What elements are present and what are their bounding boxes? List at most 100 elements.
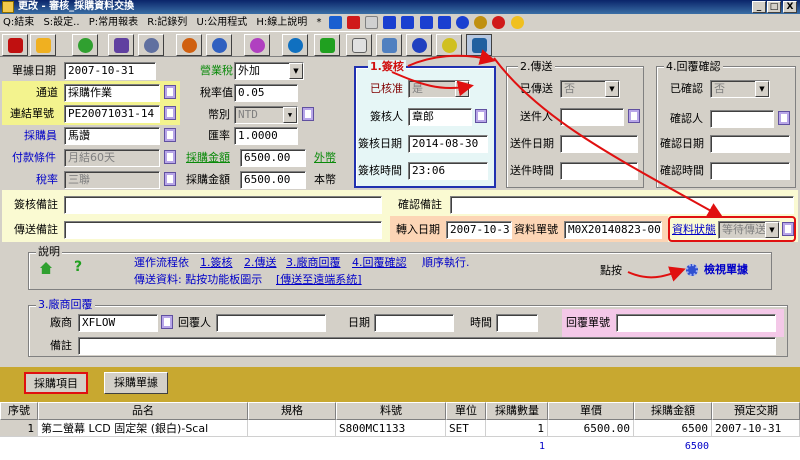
settings-button[interactable] [108,34,134,56]
col-header-amount[interactable]: 採購金額 [634,402,712,420]
cell-unit[interactable]: SET [446,420,486,437]
network-button[interactable] [436,34,462,56]
col-header-part-no[interactable]: 料號 [336,402,446,420]
purchase-amount-field[interactable]: 6500.00 [240,149,306,167]
run-button[interactable] [30,34,56,56]
tax-type-select[interactable]: 外加 ▼ [234,62,304,80]
cell-amount[interactable]: 6500 [634,420,712,437]
menu-settings[interactable]: S:設定.. [40,14,82,31]
calculator-button[interactable] [376,34,402,56]
currency-select[interactable]: NTD ▼ [234,106,298,124]
data-status-picker-icon[interactable] [782,222,794,236]
tax-rate-value-field[interactable]: 0.05 [234,84,298,102]
exchange-field[interactable]: 1.0000 [234,127,298,145]
order-date-field[interactable]: 2007-10-31 [64,62,156,80]
col-header-name[interactable]: 品名 [38,402,248,420]
data-no-field[interactable]: M0X20140823-001 [564,221,662,239]
pay-terms-picker-icon[interactable] [164,150,176,164]
buyer-picker-icon[interactable] [164,128,176,142]
confirmed-select[interactable]: 否 ▼ [710,80,770,98]
stop-icon[interactable] [346,15,360,29]
local-amount-field[interactable]: 6500.00 [240,171,306,189]
first-record-icon[interactable] [383,15,397,29]
tab-purchase-docs[interactable]: 採購單據 [104,372,168,394]
sent-select[interactable]: 否 ▼ [560,80,620,98]
send-remote-button[interactable] [466,34,492,56]
refresh-button[interactable] [72,34,98,56]
confirm-remark-field[interactable] [450,196,794,214]
calendar-button[interactable] [346,34,372,56]
menu-star[interactable]: * [313,14,324,31]
confirmer-field[interactable] [710,110,774,128]
vendor-field[interactable]: XFLOW [78,314,158,332]
reviewer-picker-icon[interactable] [475,109,487,123]
menu-utilities[interactable]: U:公用程式 [194,14,251,31]
confirm-date-field[interactable] [710,135,790,153]
download-button[interactable] [314,34,340,56]
review-time-field[interactable]: 23:06 [408,162,488,180]
reply-no-field[interactable] [616,314,776,332]
col-header-unit[interactable]: 單位 [446,402,486,420]
vendor-remark-field[interactable] [78,337,776,355]
question-icon[interactable] [455,15,469,29]
last-record-icon[interactable] [437,15,451,29]
smiley-icon[interactable] [510,15,524,29]
confirmer-picker-icon[interactable] [778,111,790,125]
message-button[interactable] [406,34,432,56]
confirm-time-field[interactable] [710,162,790,180]
vendor-picker-icon[interactable] [161,315,173,329]
link-no-picker-icon[interactable] [164,106,176,120]
tab-purchase-items[interactable]: 採購項目 [24,372,88,394]
cell-spec[interactable] [248,420,336,437]
menu-reports[interactable]: P:常用報表 [86,14,141,31]
flow-step-4-link[interactable]: 4.回覆確認 [352,254,407,272]
cell-part-no[interactable]: S800MC1133 [336,420,446,437]
view-doc-link[interactable]: 檢視單據 [704,261,748,279]
cell-name[interactable]: 第二螢幕 LCD 固定架 (銀白)-Scal [38,420,248,437]
signal-button[interactable] [244,34,270,56]
review-remark-field[interactable] [64,196,382,214]
minimize-button[interactable]: _ [752,1,766,13]
help-icon[interactable]: ? [74,259,82,275]
col-header-price[interactable]: 單價 [548,402,634,420]
help-circle-icon[interactable] [328,15,342,29]
import-date-field[interactable]: 2007-10-31 [446,221,512,239]
flow-step-2-link[interactable]: 2.傳送 [244,254,277,272]
replier-field[interactable] [216,314,326,332]
col-header-qty[interactable]: 採購數量 [486,402,548,420]
vendor-time-field[interactable] [496,314,538,332]
pin-icon[interactable] [492,15,506,29]
send-date-field[interactable] [560,135,638,153]
sender-field[interactable] [560,108,624,126]
bulb-icon[interactable] [474,15,488,29]
channel-picker-icon[interactable] [164,85,176,99]
cell-qty[interactable]: 1 [486,420,548,437]
send-remote-link[interactable]: [傳送至遠端系統] [276,271,362,289]
link-no-field[interactable]: PE20071031-14 [64,105,160,123]
prev-record-icon[interactable] [401,15,415,29]
buyer-field[interactable]: 馬讚 [64,127,160,145]
cell-price[interactable]: 6500.00 [548,420,634,437]
menu-help[interactable]: H:線上說明 [253,14,310,31]
exit-button[interactable] [2,34,28,56]
channel-field[interactable]: 採購作業 [64,84,160,102]
menu-records[interactable]: R:記錄列 [144,14,190,31]
reviewer-field[interactable]: 章郎 [408,108,472,126]
vendor-date-field[interactable] [374,314,454,332]
gear-icon[interactable] [686,264,698,276]
maximize-button[interactable]: □ [767,1,781,13]
pay-terms-field[interactable]: 月結60天 [64,149,160,167]
flow-step-1-link[interactable]: 1.簽核 [200,254,233,272]
view-button[interactable] [206,34,232,56]
col-header-due-date[interactable]: 預定交期 [712,402,800,420]
blank-icon[interactable] [365,15,379,29]
menu-quit[interactable]: Q:結束 [0,14,37,31]
close-button[interactable]: X [783,1,797,13]
search-button[interactable] [282,34,308,56]
col-header-seq[interactable]: 序號 [0,402,38,420]
cell-due-date[interactable]: 2007-10-31 [712,420,800,437]
send-remark-field[interactable] [64,221,382,239]
data-status-select[interactable]: 等待傳送 ▼ [718,221,780,239]
send-time-field[interactable] [560,162,638,180]
tax-rate-field[interactable]: 三聯 [64,171,160,189]
